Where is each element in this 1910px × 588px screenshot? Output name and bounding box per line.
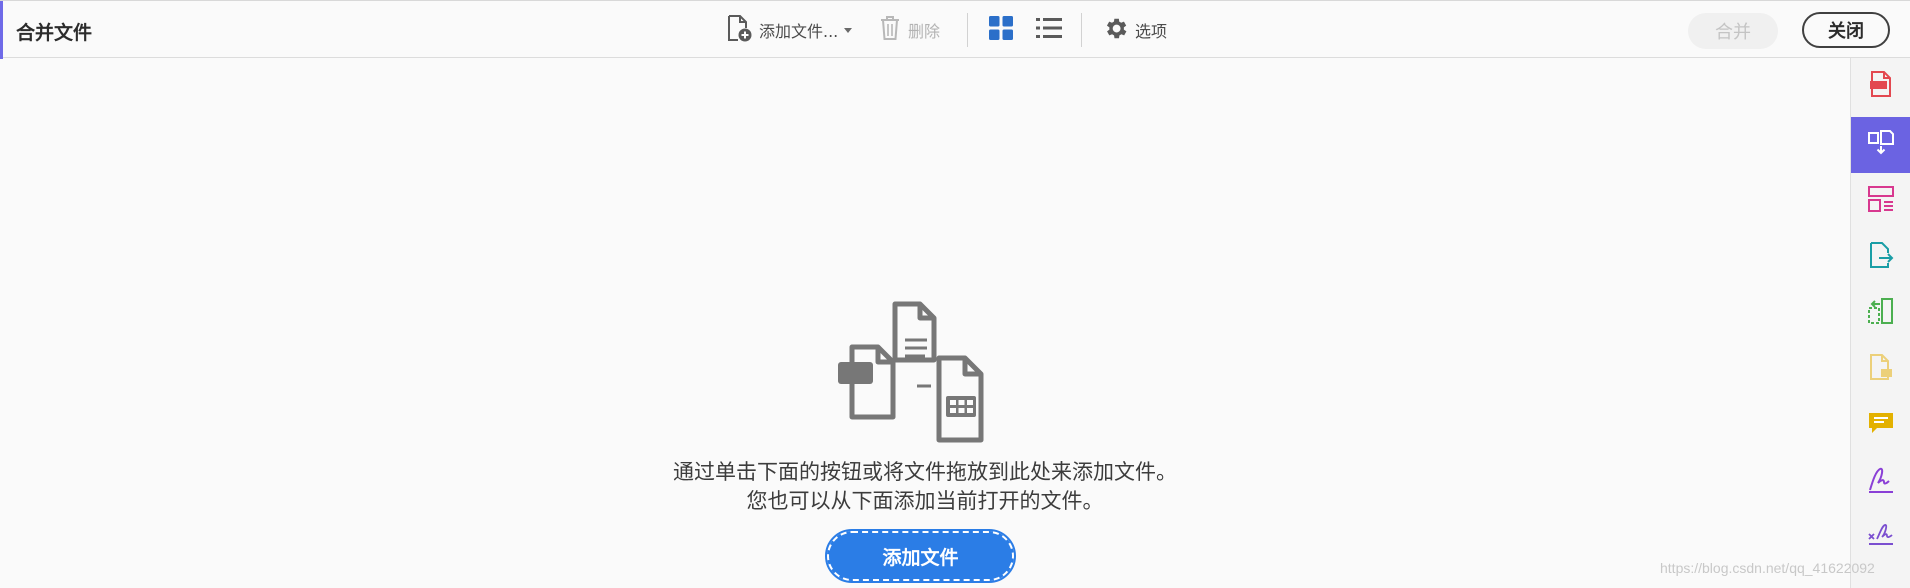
rail-combine-files[interactable] — [1851, 117, 1910, 173]
delete-label: 删除 — [908, 22, 941, 41]
list-view-button[interactable] — [1035, 13, 1063, 47]
rail-create-pdf[interactable] — [1851, 58, 1910, 114]
list-view-icon — [1035, 16, 1063, 44]
options-button[interactable]: 选项 — [1102, 13, 1167, 47]
fill-sign-icon — [1866, 464, 1896, 498]
add-files-dropdown[interactable]: 添加文件... — [725, 13, 853, 47]
empty-state-illustration — [835, 300, 1005, 445]
add-files-button[interactable]: 添加文件 — [825, 529, 1016, 583]
edit-pdf-icon — [1866, 296, 1896, 330]
trash-icon — [878, 14, 902, 46]
options-label: 选项 — [1135, 22, 1168, 41]
add-files-label: 添加文件... — [759, 22, 839, 41]
rail-comment[interactable] — [1851, 397, 1910, 453]
rail-fill-sign[interactable] — [1851, 453, 1910, 509]
signature-icon — [1866, 520, 1896, 554]
rail-organize-pages[interactable] — [1851, 173, 1910, 229]
active-tool-indicator — [0, 1, 3, 59]
watermark: https://blog.csdn.net/qq_41622092 — [1660, 560, 1875, 576]
rail-signature[interactable] — [1851, 509, 1910, 565]
grid-view-button[interactable] — [988, 13, 1014, 47]
organize-pages-icon — [1866, 184, 1896, 218]
grid-view-icon — [988, 15, 1014, 45]
comment-file-icon — [1866, 352, 1896, 386]
gear-icon — [1102, 15, 1129, 46]
tools-rail — [1850, 58, 1910, 588]
chevron-down-icon — [844, 27, 853, 33]
add-file-icon — [725, 13, 753, 47]
combine-files-icon — [1866, 128, 1896, 162]
comment-icon — [1866, 408, 1896, 442]
page-title: 合并文件 — [16, 22, 93, 44]
toolbar: 合并文件 添加文件... 删除 选项 合并 关闭 — [0, 0, 1910, 59]
close-button[interactable]: 关闭 — [1802, 12, 1890, 48]
delete-button[interactable]: 删除 — [878, 13, 940, 47]
create-pdf-icon — [1867, 69, 1895, 103]
rail-comment-file[interactable] — [1851, 341, 1910, 397]
rail-export-pdf[interactable] — [1851, 229, 1910, 285]
combine-files-window: 合并文件 添加文件... 删除 选项 合并 关闭 通过单击下面的按钮或将文件拖放… — [0, 0, 1910, 588]
empty-state-message-line1: 通过单击下面的按钮或将文件拖放到此处来添加文件。 — [673, 460, 1177, 484]
empty-state-message-line2: 您也可以从下面添加当前打开的文件。 — [746, 489, 1104, 513]
export-pdf-icon — [1866, 240, 1896, 274]
merge-button[interactable]: 合并 — [1688, 13, 1778, 49]
toolbar-divider — [967, 13, 968, 47]
toolbar-divider — [1081, 13, 1082, 47]
rail-edit-pdf[interactable] — [1851, 285, 1910, 341]
